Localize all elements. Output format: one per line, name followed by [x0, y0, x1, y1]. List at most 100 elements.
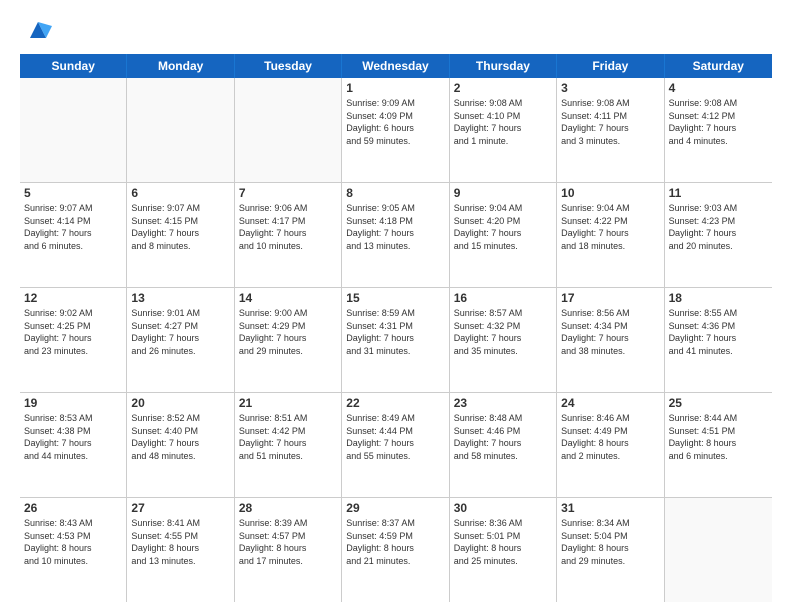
cell-text: Sunrise: 9:08 AM Sunset: 4:11 PM Dayligh…	[561, 97, 659, 147]
calendar-header-cell: Saturday	[665, 54, 772, 78]
day-number: 6	[131, 186, 229, 200]
calendar-header: SundayMondayTuesdayWednesdayThursdayFrid…	[20, 54, 772, 78]
calendar-body: 1 Sunrise: 9:09 AM Sunset: 4:09 PM Daylig…	[20, 78, 772, 602]
cell-text: Sunrise: 9:05 AM Sunset: 4:18 PM Dayligh…	[346, 202, 444, 252]
cell-text: Sunrise: 8:51 AM Sunset: 4:42 PM Dayligh…	[239, 412, 337, 462]
calendar-cell: 28 Sunrise: 8:39 AM Sunset: 4:57 PM Dayli…	[235, 498, 342, 602]
calendar-header-cell: Tuesday	[235, 54, 342, 78]
cell-text: Sunrise: 8:55 AM Sunset: 4:36 PM Dayligh…	[669, 307, 768, 357]
day-number: 4	[669, 81, 768, 95]
calendar-header-cell: Wednesday	[342, 54, 449, 78]
calendar-cell: 23 Sunrise: 8:48 AM Sunset: 4:46 PM Dayli…	[450, 393, 557, 497]
calendar-cell: 13 Sunrise: 9:01 AM Sunset: 4:27 PM Dayli…	[127, 288, 234, 392]
cell-text: Sunrise: 9:02 AM Sunset: 4:25 PM Dayligh…	[24, 307, 122, 357]
calendar-row: 5 Sunrise: 9:07 AM Sunset: 4:14 PM Daylig…	[20, 183, 772, 288]
calendar-cell: 27 Sunrise: 8:41 AM Sunset: 4:55 PM Dayli…	[127, 498, 234, 602]
cell-text: Sunrise: 8:46 AM Sunset: 4:49 PM Dayligh…	[561, 412, 659, 462]
calendar-row: 19 Sunrise: 8:53 AM Sunset: 4:38 PM Dayli…	[20, 393, 772, 498]
day-number: 5	[24, 186, 122, 200]
calendar-cell: 10 Sunrise: 9:04 AM Sunset: 4:22 PM Dayli…	[557, 183, 664, 287]
calendar-cell: 2 Sunrise: 9:08 AM Sunset: 4:10 PM Daylig…	[450, 78, 557, 182]
day-number: 18	[669, 291, 768, 305]
day-number: 27	[131, 501, 229, 515]
calendar-cell: 16 Sunrise: 8:57 AM Sunset: 4:32 PM Dayli…	[450, 288, 557, 392]
cell-text: Sunrise: 8:36 AM Sunset: 5:01 PM Dayligh…	[454, 517, 552, 567]
cell-text: Sunrise: 8:49 AM Sunset: 4:44 PM Dayligh…	[346, 412, 444, 462]
calendar-cell: 21 Sunrise: 8:51 AM Sunset: 4:42 PM Dayli…	[235, 393, 342, 497]
day-number: 15	[346, 291, 444, 305]
cell-text: Sunrise: 9:04 AM Sunset: 4:20 PM Dayligh…	[454, 202, 552, 252]
day-number: 31	[561, 501, 659, 515]
day-number: 11	[669, 186, 768, 200]
logo-icon	[24, 16, 52, 44]
calendar-header-cell: Monday	[127, 54, 234, 78]
calendar-row: 26 Sunrise: 8:43 AM Sunset: 4:53 PM Dayli…	[20, 498, 772, 602]
cell-text: Sunrise: 9:00 AM Sunset: 4:29 PM Dayligh…	[239, 307, 337, 357]
day-number: 21	[239, 396, 337, 410]
day-number: 17	[561, 291, 659, 305]
day-number: 3	[561, 81, 659, 95]
day-number: 9	[454, 186, 552, 200]
day-number: 19	[24, 396, 122, 410]
calendar-cell: 30 Sunrise: 8:36 AM Sunset: 5:01 PM Dayli…	[450, 498, 557, 602]
cell-text: Sunrise: 8:57 AM Sunset: 4:32 PM Dayligh…	[454, 307, 552, 357]
calendar-cell: 1 Sunrise: 9:09 AM Sunset: 4:09 PM Daylig…	[342, 78, 449, 182]
day-number: 13	[131, 291, 229, 305]
calendar-header-cell: Sunday	[20, 54, 127, 78]
calendar-cell: 3 Sunrise: 9:08 AM Sunset: 4:11 PM Daylig…	[557, 78, 664, 182]
calendar-cell: 29 Sunrise: 8:37 AM Sunset: 4:59 PM Dayli…	[342, 498, 449, 602]
day-number: 2	[454, 81, 552, 95]
day-number: 23	[454, 396, 552, 410]
cell-text: Sunrise: 9:09 AM Sunset: 4:09 PM Dayligh…	[346, 97, 444, 147]
calendar-cell: 11 Sunrise: 9:03 AM Sunset: 4:23 PM Dayli…	[665, 183, 772, 287]
calendar-cell: 31 Sunrise: 8:34 AM Sunset: 5:04 PM Dayli…	[557, 498, 664, 602]
cell-text: Sunrise: 9:04 AM Sunset: 4:22 PM Dayligh…	[561, 202, 659, 252]
calendar-cell: 26 Sunrise: 8:43 AM Sunset: 4:53 PM Dayli…	[20, 498, 127, 602]
cell-text: Sunrise: 9:06 AM Sunset: 4:17 PM Dayligh…	[239, 202, 337, 252]
cell-text: Sunrise: 8:34 AM Sunset: 5:04 PM Dayligh…	[561, 517, 659, 567]
cell-text: Sunrise: 9:01 AM Sunset: 4:27 PM Dayligh…	[131, 307, 229, 357]
day-number: 12	[24, 291, 122, 305]
calendar-cell: 15 Sunrise: 8:59 AM Sunset: 4:31 PM Dayli…	[342, 288, 449, 392]
cell-text: Sunrise: 8:48 AM Sunset: 4:46 PM Dayligh…	[454, 412, 552, 462]
day-number: 16	[454, 291, 552, 305]
calendar-cell: 6Sunrise: 9:07 AM Sunset: 4:15 PM Daylig…	[127, 183, 234, 287]
cell-text: Sunrise: 8:53 AM Sunset: 4:38 PM Dayligh…	[24, 412, 122, 462]
calendar-cell: 22 Sunrise: 8:49 AM Sunset: 4:44 PM Dayli…	[342, 393, 449, 497]
day-number: 26	[24, 501, 122, 515]
cell-text: Sunrise: 9:08 AM Sunset: 4:10 PM Dayligh…	[454, 97, 552, 147]
cell-text: Sunrise: 9:07 AM Sunset: 4:14 PM Dayligh…	[24, 202, 122, 252]
calendar-cell: 7Sunrise: 9:06 AM Sunset: 4:17 PM Daylig…	[235, 183, 342, 287]
calendar-cell	[20, 78, 127, 182]
calendar-cell: 4Sunrise: 9:08 AM Sunset: 4:12 PM Daylig…	[665, 78, 772, 182]
calendar-cell: 9 Sunrise: 9:04 AM Sunset: 4:20 PM Daylig…	[450, 183, 557, 287]
cell-text: Sunrise: 9:03 AM Sunset: 4:23 PM Dayligh…	[669, 202, 768, 252]
logo	[20, 16, 52, 44]
day-number: 20	[131, 396, 229, 410]
day-number: 25	[669, 396, 768, 410]
calendar-header-cell: Friday	[557, 54, 664, 78]
day-number: 22	[346, 396, 444, 410]
day-number: 1	[346, 81, 444, 95]
day-number: 24	[561, 396, 659, 410]
calendar-cell: 18 Sunrise: 8:55 AM Sunset: 4:36 PM Dayli…	[665, 288, 772, 392]
cell-text: Sunrise: 8:59 AM Sunset: 4:31 PM Dayligh…	[346, 307, 444, 357]
calendar-cell: 12 Sunrise: 9:02 AM Sunset: 4:25 PM Dayli…	[20, 288, 127, 392]
cell-text: Sunrise: 8:37 AM Sunset: 4:59 PM Dayligh…	[346, 517, 444, 567]
cell-text: Sunrise: 8:43 AM Sunset: 4:53 PM Dayligh…	[24, 517, 122, 567]
calendar-cell: 17Sunrise: 8:56 AM Sunset: 4:34 PM Dayli…	[557, 288, 664, 392]
calendar-header-cell: Thursday	[450, 54, 557, 78]
cell-text: Sunrise: 8:41 AM Sunset: 4:55 PM Dayligh…	[131, 517, 229, 567]
calendar-cell: 19 Sunrise: 8:53 AM Sunset: 4:38 PM Dayli…	[20, 393, 127, 497]
calendar-cell: 25Sunrise: 8:44 AM Sunset: 4:51 PM Dayli…	[665, 393, 772, 497]
day-number: 10	[561, 186, 659, 200]
day-number: 28	[239, 501, 337, 515]
cell-text: Sunrise: 8:39 AM Sunset: 4:57 PM Dayligh…	[239, 517, 337, 567]
calendar-cell	[665, 498, 772, 602]
day-number: 29	[346, 501, 444, 515]
calendar-cell: 14Sunrise: 9:00 AM Sunset: 4:29 PM Dayli…	[235, 288, 342, 392]
day-number: 30	[454, 501, 552, 515]
calendar: SundayMondayTuesdayWednesdayThursdayFrid…	[20, 54, 772, 602]
header	[20, 16, 772, 44]
calendar-cell: 20Sunrise: 8:52 AM Sunset: 4:40 PM Dayli…	[127, 393, 234, 497]
